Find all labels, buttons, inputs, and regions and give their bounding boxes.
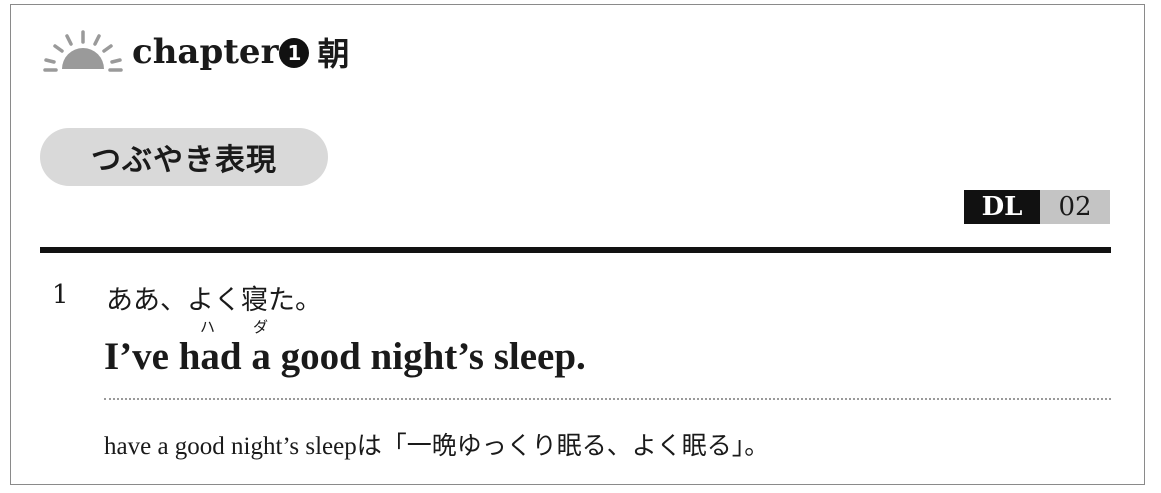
section-label: つぶやき表現 [40,128,328,186]
english-sentence: I’ve had a good night’s sleep. [104,335,586,378]
item-number: 1 [52,280,69,310]
chapter-label: chapter [132,32,279,72]
section-divider [40,247,1111,253]
chapter-title: chapter 1 朝 [132,29,350,75]
download-badge: DL 02 [964,190,1110,224]
sunrise-icon [43,30,123,72]
dotted-divider [104,398,1111,400]
chapter-header: chapter 1 朝 [42,24,350,80]
chapter-kanji: 朝 [317,35,350,73]
usage-note: have a good night’s sleepは「一晩ゆっくり眠る、よく眠る… [104,433,770,460]
download-number: 02 [1040,190,1110,224]
japanese-sentence: ああ、よく寝た。 [106,285,322,316]
download-label: DL [964,190,1040,224]
chapter-number-badge: 1 [279,38,310,68]
